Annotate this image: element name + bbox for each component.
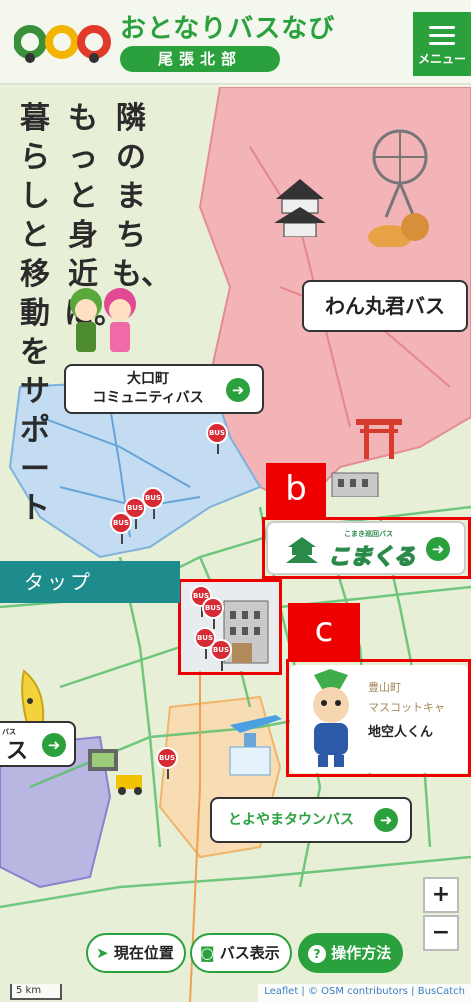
- route-card-left-label: ス: [6, 739, 29, 764]
- how-to-label: 操作方法: [331, 944, 392, 962]
- route-map[interactable]: 隣のまちも、 もっと身近に。 暮らしと移動をサポート: [0, 87, 471, 1002]
- hamburger-icon: [429, 26, 455, 45]
- route-card-left-partial[interactable]: バス ス ➜: [0, 721, 76, 767]
- airport-illustration: [229, 715, 282, 776]
- route-card-toyoyama[interactable]: とよやまタウンバス ➜: [210, 797, 412, 843]
- tap-annotation-label: タップ: [0, 561, 180, 603]
- route-card-wanmaru[interactable]: わん丸君バス: [302, 280, 468, 332]
- app-title: おとなりバスなび: [120, 14, 336, 44]
- route-card-oguchi[interactable]: 大口町 コミュニティバス ➜: [64, 364, 264, 414]
- route-card-oguchi-line2: コミュニティバス: [92, 390, 204, 406]
- tap-highlight-box: [178, 579, 282, 675]
- annotation-c-label: c: [288, 603, 360, 659]
- torii-gate-illustration: [356, 419, 402, 459]
- bus-stop-pin[interactable]: BUS: [110, 512, 132, 544]
- location-arrow-icon: ➤: [96, 944, 109, 962]
- route-card-wanmaru-label: わん丸君バス: [325, 294, 445, 318]
- current-location-label: 現在位置: [113, 944, 174, 962]
- annotation-c-box: [286, 659, 471, 777]
- question-icon: ?: [308, 945, 326, 963]
- tagline-column-1: 隣のまちも、: [112, 101, 172, 292]
- menu-label: メニュー: [417, 52, 466, 66]
- station-building-illustration: [331, 472, 379, 497]
- arrow-right-icon: ➜: [226, 378, 250, 402]
- route-card-toyoyama-label: とよやまタウンバス: [228, 812, 354, 828]
- route-card-oguchi-line1: 大口町: [127, 371, 169, 387]
- annotation-b-box: [262, 517, 471, 579]
- app-subtitle: 尾張北部: [120, 46, 280, 72]
- menu-button[interactable]: メニュー: [413, 12, 471, 76]
- app-header: おとなりバスなび 尾張北部 メニュー: [0, 0, 471, 85]
- logo-icon: [14, 25, 111, 63]
- tagline-column-3: 暮らしと移動をサポート: [20, 101, 50, 526]
- annotation-b-label: b: [266, 463, 326, 517]
- show-bus-button[interactable]: ◙ バス表示: [190, 933, 292, 973]
- factory-truck-illustration: [88, 749, 142, 795]
- kids-mascot-illustration: [70, 288, 136, 352]
- ferris-wheel-illustration: [368, 129, 429, 247]
- arrow-right-icon: ➜: [374, 808, 398, 832]
- map-scale: 5 km: [10, 984, 62, 1000]
- arrow-right-icon: ➜: [42, 733, 66, 757]
- bus-stop-pin[interactable]: BUS: [156, 747, 178, 779]
- zoom-out-button[interactable]: −: [423, 915, 459, 951]
- how-to-button[interactable]: ? 操作方法: [298, 933, 404, 973]
- map-attribution[interactable]: Leaflet | © OSM contributors | BusCatch: [258, 984, 471, 1002]
- bus-icon: ◙: [200, 944, 215, 962]
- current-location-button[interactable]: ➤ 現在位置: [86, 933, 186, 973]
- zoom-in-button[interactable]: +: [423, 877, 459, 913]
- bus-stop-pin[interactable]: BUS: [206, 422, 228, 454]
- show-bus-label: バス表示: [219, 944, 280, 962]
- castle-illustration: [274, 179, 326, 237]
